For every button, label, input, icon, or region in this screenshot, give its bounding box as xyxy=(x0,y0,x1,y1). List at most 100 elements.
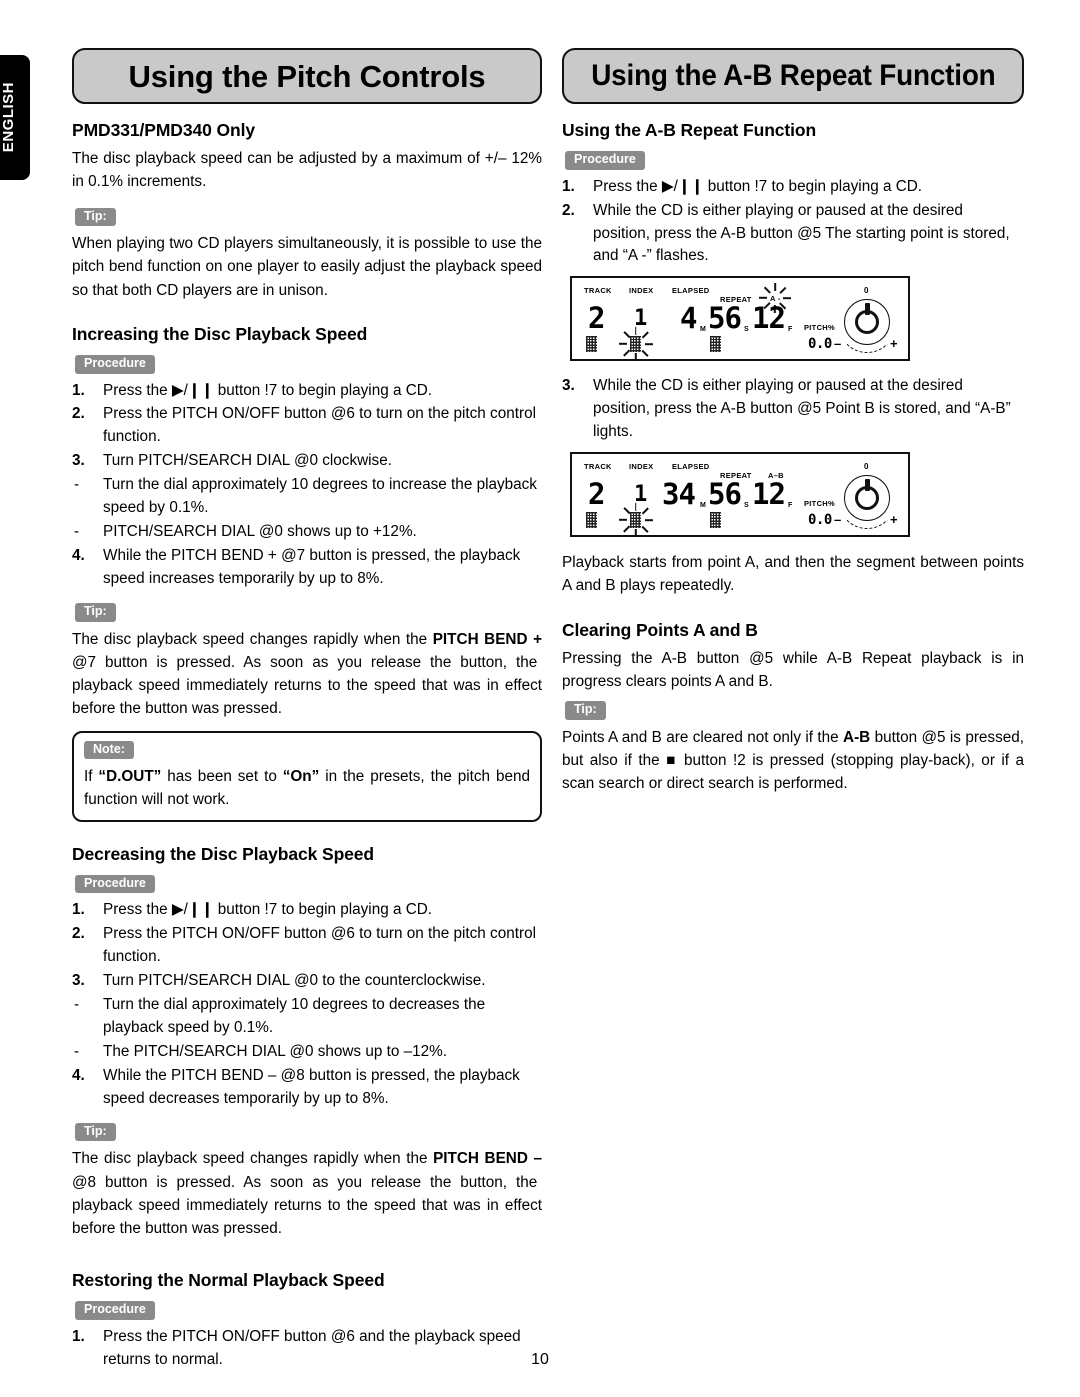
lcd2-minutes-value: 34 xyxy=(662,477,696,512)
lcd1-bar-block xyxy=(586,336,597,353)
ab-procedure-list: 1. Press the ▶/❙❙ button !7 to begin play… xyxy=(562,176,1024,269)
flash-ray xyxy=(779,287,787,294)
tip-paragraph-3: The disc playback speed changes rapidly … xyxy=(72,1147,542,1240)
flash-ray xyxy=(622,331,630,339)
lcd2-frames-value: 12 xyxy=(752,477,786,512)
tip3-post: button is pressed. As soon as you releas… xyxy=(72,1173,542,1238)
right-section-banner: Using the A-B Repeat Function xyxy=(562,48,1024,104)
lcd1-pitch-label: PITCH% xyxy=(804,323,835,333)
page-number: 10 xyxy=(531,1351,549,1368)
manual-page: Using the Pitch Controls PMD331/PMD340 O… xyxy=(0,0,1080,1397)
lcd1-seconds-unit: S xyxy=(744,326,749,334)
flash-ray xyxy=(644,519,653,521)
heading-model: PMD331/PMD340 Only xyxy=(72,120,255,140)
note-paragraph: If “D.OUT” has been set to “On” in the p… xyxy=(84,765,530,812)
list-text: Press the ▶/❙❙ button !7 to begin playin… xyxy=(103,901,433,919)
tip-label-right: Tip: xyxy=(565,701,606,720)
lcd1-seconds-value: 56 xyxy=(708,301,742,336)
flash-ray xyxy=(774,283,776,292)
list-text: Press the PITCH ON/OFF button @6 to turn… xyxy=(103,405,536,446)
list-marker: - xyxy=(74,476,80,494)
list-text: Turn PITCH/SEARCH DIAL @0 to the counter… xyxy=(103,972,486,990)
lcd2-bar-block xyxy=(586,512,597,529)
list-marker: 1. xyxy=(72,1328,85,1345)
clearing-paragraph: Pressing the A-B button @5 while A-B Rep… xyxy=(562,649,1024,690)
flash-ray xyxy=(634,529,637,538)
lcd2-frames-unit: F xyxy=(788,502,793,510)
lcd1-bar-block xyxy=(630,336,641,353)
lcd2-pitch-value: 0.0 xyxy=(808,512,832,529)
flash-ray xyxy=(641,507,649,515)
list-text: While the PITCH BEND – @8 button is pres… xyxy=(103,1066,520,1107)
list-marker: - xyxy=(74,1042,80,1060)
list-marker: - xyxy=(74,523,80,541)
heading-decrease-speed: Decreasing the Disc Playback Speed xyxy=(72,843,375,864)
list-text: Turn PITCH/SEARCH DIAL @0 clockwise. xyxy=(103,452,392,470)
procedure-label-3: Procedure xyxy=(75,1301,155,1320)
list-item: - PITCH/SEARCH DIAL @0 shows up to +12%. xyxy=(72,521,542,544)
note-box: Note: If “D.OUT” has been set to “On” in… xyxy=(72,730,542,822)
note-pre: If xyxy=(84,768,99,786)
lcd1-frames-value: 12 xyxy=(752,301,786,336)
heading-clearing-points: Clearing Points A and B xyxy=(562,619,758,640)
list-text: Press the ▶/❙❙ button !7 to begin playin… xyxy=(103,381,433,399)
note-label: Note: xyxy=(84,740,134,760)
lcd1-knob-minus-label: – xyxy=(834,336,842,352)
list-marker: 1. xyxy=(72,901,85,919)
note-mid: has been set to xyxy=(161,768,283,786)
flash-ray xyxy=(618,519,627,521)
list-marker: 2. xyxy=(562,201,575,219)
procedure-label-2: Procedure xyxy=(75,874,155,894)
flash-ray xyxy=(634,353,637,362)
right-banner-title: Using the A-B Repeat Function xyxy=(590,59,996,92)
list-text: Press the ▶/❙❙ button !7 to begin playin… xyxy=(593,177,923,195)
tip-paragraph-right: Points A and B are cleared not only if t… xyxy=(562,726,1024,796)
heading-restore-speed: Restoring the Normal Playback Speed xyxy=(72,1270,385,1291)
tip2-bold: PITCH BEND + xyxy=(432,630,542,648)
list-item: - The PITCH/SEARCH DIAL @0 shows up to –1… xyxy=(72,1041,542,1064)
list-item: 3. Turn PITCH/SEARCH DIAL @0 to the count… xyxy=(72,970,542,993)
lcd1-minutes-value: 4 xyxy=(680,301,697,336)
list-marker: - xyxy=(74,996,80,1014)
lcd2-pitch-label: PITCH% xyxy=(804,499,835,509)
list-text: While the CD is either playing or paused… xyxy=(593,201,1010,265)
list-item: 1. Press the ▶/❙❙ button !7 to begin play… xyxy=(562,176,1024,199)
tip2-pre: The disc playback speed changes rapidly … xyxy=(72,630,433,648)
list-marker: 4. xyxy=(72,547,85,565)
lcd1-bar-block xyxy=(710,336,721,353)
lcd1-track-label: TRACK xyxy=(584,286,612,296)
list-item: 2. Press the PITCH ON/OFF button @6 to tu… xyxy=(72,403,542,449)
tip3-pre: The disc playback speed changes rapidly … xyxy=(72,1150,434,1168)
flash-ray xyxy=(618,343,627,346)
list-marker: 1. xyxy=(72,381,85,399)
list-item: - Turn the dial approximately 10 degrees … xyxy=(72,994,542,1040)
list-item: 2. While the CD is either playing or paus… xyxy=(562,200,1024,269)
tipr-bold: A-B xyxy=(843,728,871,746)
lcd1-elapsed-label: ELAPSED xyxy=(672,286,710,296)
flash-ray xyxy=(634,327,637,336)
flash-ray xyxy=(622,525,630,533)
lcd1-index-label: INDEX xyxy=(629,286,654,296)
tip2-ref: @7 xyxy=(72,653,105,671)
flash-ray xyxy=(644,343,653,346)
tip2-post: button is pressed. As soon as you releas… xyxy=(72,653,542,718)
list-text: Turn the dial approximately 10 degrees t… xyxy=(103,476,537,517)
flash-ray xyxy=(634,503,637,512)
tip3-ref: @8 xyxy=(72,1173,105,1191)
list-item: 2. Press the PITCH ON/OFF button @6 to tu… xyxy=(72,923,542,969)
increase-procedure-list: 1. Press the ▶/❙❙ button !7 to begin play… xyxy=(72,380,542,591)
list-item: 3. Turn PITCH/SEARCH DIAL @0 clockwise. xyxy=(72,450,542,473)
lcd2-minutes-unit: M xyxy=(700,502,706,510)
lcd2-seconds-value: 56 xyxy=(708,477,742,512)
ab-procedure-list-2: 3. While the CD is either playing or paus… xyxy=(562,375,1024,444)
lcd2-bar-block xyxy=(710,512,721,529)
tip-paragraph-2: The disc playback speed changes rapidly … xyxy=(72,628,542,721)
lcd2-knob-minus-label: – xyxy=(834,512,842,528)
lcd2-knob-plus-label: + xyxy=(890,512,898,528)
lcd1-frames-unit: F xyxy=(788,326,793,334)
list-marker: 2. xyxy=(72,925,85,943)
list-text: Press the PITCH ON/OFF button @6 to turn… xyxy=(103,925,536,966)
procedure-label-ab: Procedure xyxy=(565,151,645,170)
heading-increase-speed: Increasing the Disc Playback Speed xyxy=(72,323,368,344)
list-item: 1. Press the ▶/❙❙ button !7 to begin play… xyxy=(72,380,542,403)
